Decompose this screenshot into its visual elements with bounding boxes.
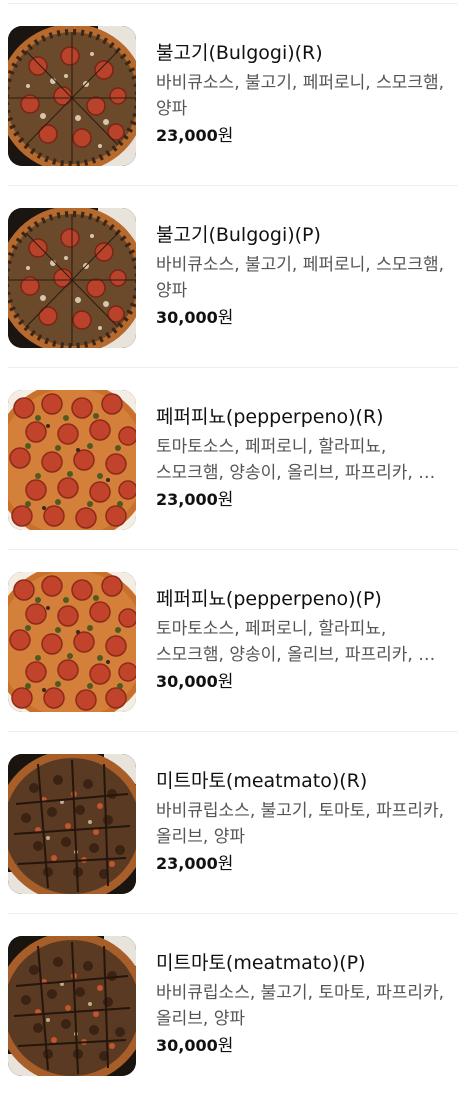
price-amount: 30,000 <box>156 672 218 691</box>
menu-item[interactable]: 페퍼피뇨(pepperpeno)(R) 토마토소스, 페퍼로니, 할라피뇨, 스… <box>0 368 466 550</box>
pizza-meatmato-image[interactable] <box>8 936 136 1076</box>
menu-item-name: 불고기(Bulgogi)(P) <box>156 224 321 246</box>
menu-item-name: 페퍼피뇨(pepperpeno)(P) <box>156 588 382 610</box>
price-currency: 원 <box>217 490 234 510</box>
menu-item[interactable]: 불고기(Bulgogi)(P) 바비큐소스, 불고기, 페퍼로니, 스모크햄, … <box>0 186 466 368</box>
price-currency: 원 <box>217 854 234 874</box>
menu-item-name: 미트마토(meatmato)(P) <box>156 952 366 974</box>
menu-item[interactable]: 미트마토(meatmato)(R) 바비큐립소스, 불고기, 토마토, 파프리카… <box>0 732 466 914</box>
price-currency: 원 <box>217 1036 234 1056</box>
pizza-pepperpeno-image[interactable] <box>8 390 136 530</box>
price-amount: 23,000 <box>156 126 218 145</box>
price-currency: 원 <box>217 672 234 692</box>
price-currency: 원 <box>217 308 234 328</box>
price-amount: 23,000 <box>156 854 218 873</box>
menu-item-description: 바비큐소스, 불고기, 페퍼로니, 스모크햄, 양파 <box>156 73 445 119</box>
menu-item-name: 페퍼피뇨(pepperpeno)(R) <box>156 406 384 428</box>
menu-item-description: 토마토소스, 페퍼로니, 할라피뇨, 스모크햄, 양송이, 올리브, 파프리카,… <box>156 619 436 665</box>
menu-item-description: 토마토소스, 페퍼로니, 할라피뇨, 스모크햄, 양송이, 올리브, 파프리카,… <box>156 437 436 483</box>
menu-item-price: 30,000원 <box>156 1034 456 1058</box>
price-amount: 23,000 <box>156 490 218 509</box>
menu-list: 불고기(Bulgogi)(R) 바비큐소스, 불고기, 페퍼로니, 스모크햄, … <box>0 0 466 1083</box>
price-currency: 원 <box>217 126 234 146</box>
menu-item-price: 23,000원 <box>156 852 456 876</box>
menu-item-description: 바비큐립소스, 불고기, 토마토, 파프리카, 올리브, 양파 <box>156 983 445 1029</box>
pizza-meatmato-image[interactable] <box>8 754 136 894</box>
menu-item-price: 23,000원 <box>156 488 456 512</box>
pizza-pepperpeno-image[interactable] <box>8 572 136 712</box>
menu-item-description: 바비큐립소스, 불고기, 토마토, 파프리카, 올리브, 양파 <box>156 801 445 847</box>
menu-item[interactable]: 페퍼피뇨(pepperpeno)(P) 토마토소스, 페퍼로니, 할라피뇨, 스… <box>0 550 466 732</box>
menu-item-name: 미트마토(meatmato)(R) <box>156 770 368 792</box>
menu-item-price: 30,000원 <box>156 306 456 330</box>
menu-item-description: 바비큐소스, 불고기, 페퍼로니, 스모크햄, 양파 <box>156 255 445 301</box>
price-amount: 30,000 <box>156 1036 218 1055</box>
menu-item[interactable]: 불고기(Bulgogi)(R) 바비큐소스, 불고기, 페퍼로니, 스모크햄, … <box>0 4 466 186</box>
pizza-bulgogi-image[interactable] <box>8 26 136 166</box>
price-amount: 30,000 <box>156 308 218 327</box>
menu-item-price: 30,000원 <box>156 670 456 694</box>
menu-item[interactable]: 미트마토(meatmato)(P) 바비큐립소스, 불고기, 토마토, 파프리카… <box>0 914 466 1096</box>
menu-item-name: 불고기(Bulgogi)(R) <box>156 42 323 64</box>
menu-item-price: 23,000원 <box>156 124 456 148</box>
pizza-bulgogi-image[interactable] <box>8 208 136 348</box>
